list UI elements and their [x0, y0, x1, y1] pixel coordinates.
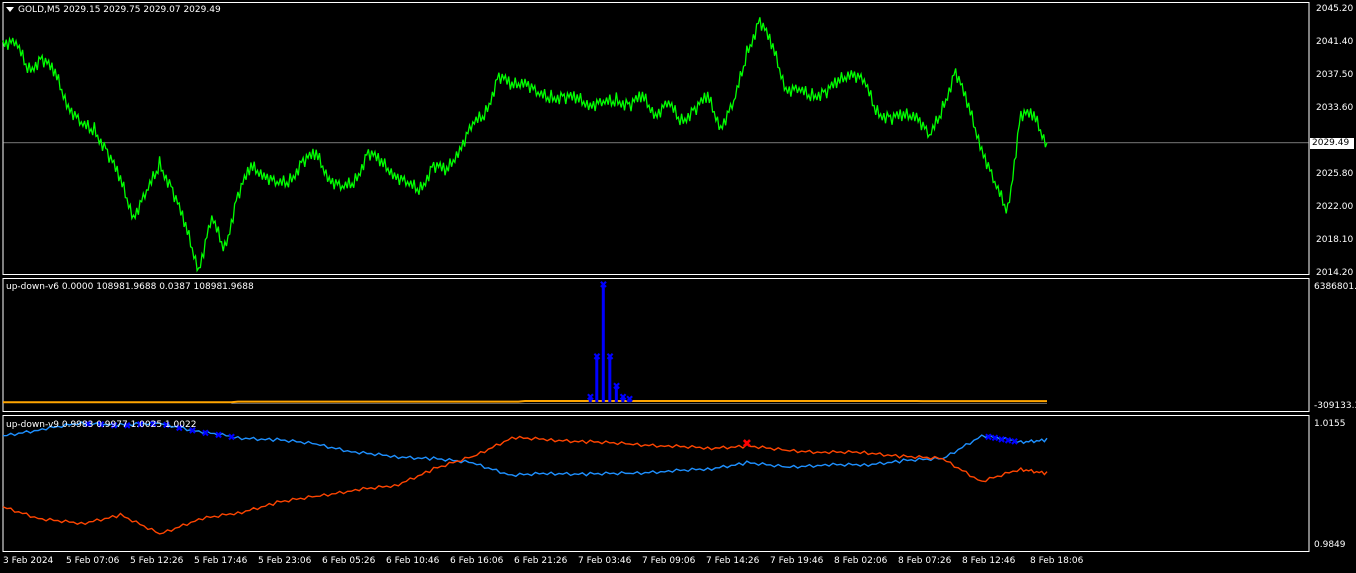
v9-blue-marker: ✖	[214, 431, 222, 442]
v6-cross-marker: ✖	[586, 393, 594, 404]
y-tick-7: 2018.10	[1316, 235, 1354, 245]
x-label-0: 3 Feb 2024	[3, 556, 54, 566]
y-tick-1: 2041.40	[1316, 37, 1354, 47]
y-tick-6: 2022.00	[1316, 202, 1354, 212]
v6-cross-marker: ✖	[612, 382, 620, 393]
down-line	[2, 435, 1048, 535]
x-label-8: 6 Feb 21:26	[514, 556, 568, 566]
price-line	[2, 17, 1048, 273]
v6-panel-frame	[2, 278, 1310, 412]
v9-blue-marker: ✖	[227, 433, 235, 444]
v6-cross-marker: ✖	[606, 352, 614, 363]
v6-cross-marker: ✖	[599, 280, 607, 291]
v6-panel-title: up-down-v6 0.0000 108981.9688 0.0387 108…	[6, 282, 254, 292]
x-label-12: 7 Feb 19:46	[770, 556, 824, 566]
x-label-11: 7 Feb 14:26	[706, 556, 760, 566]
v9-red-marker: ✖	[742, 437, 752, 451]
v9-blue-marker: ✖	[1010, 437, 1018, 448]
v6-y-bottom: -309133.3	[1314, 401, 1356, 411]
v6-y-top: 6386801.2	[1314, 282, 1356, 292]
v6-cross-marker: ✖	[593, 352, 601, 363]
v9-panel-title: up-down-v9 0.9983 0.9977 1.0025 1.0022	[6, 420, 197, 430]
y-tick-5: 2025.80	[1316, 169, 1354, 179]
x-label-5: 6 Feb 05:26	[322, 556, 376, 566]
current-price-box: 2029.49	[1310, 138, 1354, 149]
chart-root: ✖ ✖ ✖ ✖ ✖ ✖ ✖ ✖ ✖ ✖ ✖ ✖ ✖ ✖ ✖ ✖ ✖ ✖ ✖ ✖ ✖ ✖ ✖ ✖ ✖ GOLD,M5 2029.1…	[0, 0, 1356, 573]
x-label-7: 6 Feb 16:06	[450, 556, 504, 566]
x-label-4: 5 Feb 23:06	[258, 556, 312, 566]
x-label-10: 7 Feb 09:06	[642, 556, 696, 566]
x-label-2: 5 Feb 12:26	[130, 556, 184, 566]
main-panel-title[interactable]: GOLD,M5 2029.15 2029.75 2029.07 2029.49	[6, 5, 221, 15]
x-label-3: 5 Feb 17:46	[194, 556, 248, 566]
v9-y-bottom: 0.9849	[1314, 540, 1346, 550]
x-label-6: 6 Feb 10:46	[386, 556, 440, 566]
y-tick-3: 2033.60	[1316, 103, 1354, 113]
y-tick-2: 2037.50	[1316, 70, 1354, 80]
x-label-9: 7 Feb 03:46	[578, 556, 632, 566]
v6-level-line	[3, 399, 1047, 404]
v9-panel-frame	[2, 415, 1310, 552]
main-title-text: GOLD,M5 2029.15 2029.75 2029.07 2029.49	[18, 5, 221, 15]
main-panel-frame	[2, 2, 1310, 275]
x-label-14: 8 Feb 07:26	[898, 556, 952, 566]
x-label-16: 8 Feb 18:06	[1030, 556, 1084, 566]
x-label-15: 8 Feb 12:46	[962, 556, 1016, 566]
x-label-1: 5 Feb 07:06	[66, 556, 120, 566]
up-line	[2, 421, 1048, 478]
x-label-13: 8 Feb 02:06	[834, 556, 888, 566]
triangle-down-icon[interactable]	[6, 7, 14, 12]
v9-blue-marker: ✖	[201, 429, 209, 440]
y-tick-0: 2045.20	[1316, 4, 1354, 14]
y-tick-8: 2014.20	[1316, 268, 1354, 278]
v6-cross-marker: ✖	[625, 395, 633, 406]
v9-y-top: 1.0155	[1314, 419, 1346, 429]
